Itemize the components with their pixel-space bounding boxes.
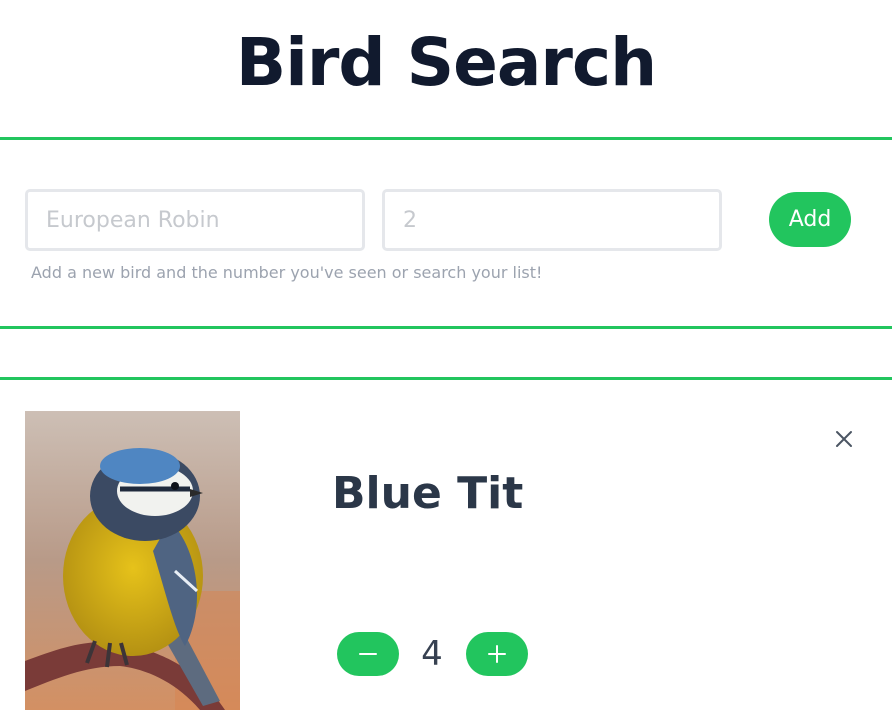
plus-icon (488, 645, 506, 663)
close-icon[interactable] (832, 427, 856, 451)
page-title: Bird Search (235, 24, 657, 101)
add-button[interactable]: Add (769, 192, 851, 247)
form-hint: Add a new bird and the number you've see… (31, 263, 543, 282)
bird-photo (25, 411, 240, 710)
increment-button[interactable] (466, 632, 528, 676)
bird-name-input[interactable] (25, 189, 365, 251)
bird-count: 4 (421, 634, 443, 674)
decrement-button[interactable] (337, 632, 399, 676)
bird-count-input[interactable] (382, 189, 722, 251)
divider (0, 377, 892, 380)
bird-name: Blue Tit (332, 468, 524, 519)
divider (0, 326, 892, 329)
divider (0, 137, 892, 140)
minus-icon (359, 653, 377, 655)
